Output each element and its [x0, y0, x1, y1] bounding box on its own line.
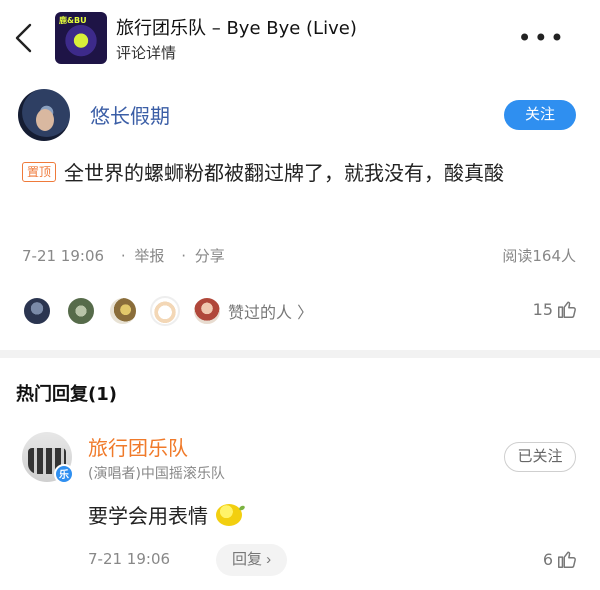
thumbs-up-icon — [558, 301, 576, 318]
liker-avatar[interactable] — [150, 296, 180, 326]
reply-username[interactable]: 旅行团乐队 — [88, 432, 188, 461]
followed-button[interactable]: 已关注 — [504, 442, 576, 472]
likers-link[interactable]: 赞过的人 〉 — [228, 299, 313, 323]
more-options-icon[interactable]: ••• — [518, 26, 566, 50]
chevron-right-icon: 〉 — [297, 303, 314, 322]
reply-user-tag: (演唱者)中国摇滚乐队 — [88, 466, 225, 482]
pinned-badge: 置顶 — [22, 162, 57, 182]
section-divider — [0, 350, 600, 358]
separator-dot: · — [181, 247, 186, 265]
liker-avatar[interactable] — [66, 296, 96, 326]
lemon-emoji-icon — [216, 503, 242, 526]
hot-replies-title: 热门回复(1) — [16, 384, 117, 405]
back-arrow-icon[interactable] — [12, 22, 36, 54]
reply-text: 要学会用表情 — [88, 504, 208, 528]
liker-avatar[interactable] — [192, 296, 222, 326]
likers-label: 赞过的人 — [228, 303, 293, 322]
album-cover[interactable]: 鹿&BU — [55, 12, 107, 64]
header-bar: 鹿&BU 旅行团乐队 – Bye Bye (Live) 评论详情 ••• — [0, 0, 600, 76]
verified-artist-icon: 乐 — [54, 464, 74, 484]
comment-text-block: 置顶 全世界的螺蛳粉都被翻过牌了，就我没有，酸真酸 — [22, 156, 567, 190]
comment-text: 全世界的螺蛳粉都被翻过牌了，就我没有，酸真酸 — [64, 161, 505, 185]
avatar[interactable] — [18, 89, 70, 141]
reply-button[interactable]: 回复 › — [216, 544, 288, 576]
reply-like-count: 6 — [542, 549, 553, 569]
like-count: 15 — [532, 299, 553, 319]
comment-meta: 7-21 19:06 · 举报 · 分享 — [22, 245, 229, 266]
song-title[interactable]: 旅行团乐队 – Bye Bye (Live) — [116, 14, 357, 40]
report-link[interactable]: 举报 — [134, 247, 164, 265]
reply-like-button[interactable]: 6 — [543, 548, 578, 570]
share-link[interactable]: 分享 — [195, 247, 225, 265]
comment-username[interactable]: 悠长假期 — [90, 100, 170, 129]
thumbs-up-icon — [558, 551, 576, 568]
album-cover-text: 鹿&BU — [59, 16, 87, 25]
comment-time: 7-21 19:06 — [22, 247, 105, 265]
like-button[interactable]: 15 — [533, 298, 578, 320]
separator-dot: · — [120, 247, 126, 265]
liker-avatar[interactable] — [108, 296, 138, 326]
reply-time: 7-21 19:06 — [88, 550, 171, 568]
liker-avatar[interactable] — [22, 296, 52, 326]
reply-text-block: 要学会用表情 — [88, 500, 242, 529]
avatar[interactable]: 乐 — [22, 432, 74, 484]
follow-button[interactable]: 关注 — [504, 100, 576, 130]
page-subtitle: 评论详情 — [116, 44, 177, 62]
read-count: 阅读164人 — [502, 247, 576, 265]
